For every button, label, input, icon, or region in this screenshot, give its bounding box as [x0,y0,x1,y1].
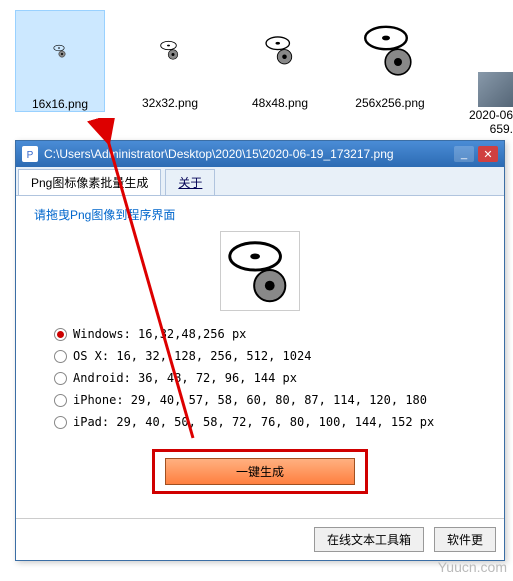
annotation-highlight: 一键生成 [152,449,368,494]
radio-icon[interactable] [54,350,67,363]
option-ipad[interactable]: iPad: 29, 40, 50, 58, 72, 76, 80, 100, 1… [54,415,486,429]
preview-area [34,231,486,311]
drag-hint: 请拖曳Png图像到程序界面 [34,206,486,223]
radio-icon[interactable] [54,372,67,385]
radio-icon[interactable] [54,328,67,341]
file-item-48[interactable]: 48x48.png [235,10,325,112]
file-explorer: 16x16.png 32x32.png 48x48.png 256x256.pn… [0,0,513,122]
file-item-32[interactable]: 32x32.png [125,10,215,112]
option-osx[interactable]: OS X: 16, 32, 128, 256, 512, 1024 [54,349,486,363]
close-button[interactable]: ✕ [478,146,498,162]
option-label: iPad: 29, 40, 50, 58, 72, 76, 80, 100, 1… [73,415,434,429]
file-label: 16x16.png [32,97,88,111]
dialog-window: P C:\Users\Administrator\Desktop\2020\15… [15,140,505,561]
minimize-button[interactable]: _ [454,146,474,162]
radio-icon[interactable] [54,394,67,407]
watermark: Yuucn.com [438,559,507,575]
file-label: 48x48.png [252,96,308,110]
tab-main[interactable]: Png图标像素批量生成 [18,169,161,195]
titlebar-text: C:\Users\Administrator\Desktop\2020\15\2… [44,147,454,161]
svg-text:P: P [27,150,34,161]
app-icon: P [22,146,38,162]
titlebar[interactable]: P C:\Users\Administrator\Desktop\2020\15… [16,141,504,167]
dialog-content: 请拖曳Png图像到程序界面 Windows: 16,32,48,256 px O… [16,196,504,518]
file-label: 256x256.png [355,96,424,110]
radio-icon[interactable] [54,416,67,429]
option-windows[interactable]: Windows: 16,32,48,256 px [54,327,486,341]
file-thumbnail [240,10,320,90]
file-thumbnail [350,10,430,90]
file-thumbnail-photo[interactable] [478,72,513,107]
option-iphone[interactable]: iPhone: 29, 40, 57, 58, 60, 80, 87, 114,… [54,393,486,407]
preview-image [220,231,300,311]
bottom-bar: 在线文本工具箱 软件更 [16,518,504,560]
tab-bar: Png图标像素批量生成 关于 [16,167,504,196]
option-label: Windows: 16,32,48,256 px [73,327,246,341]
toolbox-button[interactable]: 在线文本工具箱 [314,527,424,552]
size-options: Windows: 16,32,48,256 px OS X: 16, 32, 1… [54,327,486,429]
update-button[interactable]: 软件更 [434,527,496,552]
generate-wrap: 一键生成 [34,449,486,494]
file-item-256[interactable]: 256x256.png [345,10,435,112]
generate-button[interactable]: 一键生成 [165,458,355,485]
option-label: iPhone: 29, 40, 57, 58, 60, 80, 87, 114,… [73,393,427,407]
option-label: OS X: 16, 32, 128, 256, 512, 1024 [73,349,311,363]
file-item-16[interactable]: 16x16.png [15,10,105,112]
file-thumbnail [130,10,210,90]
file-label: 2020-06 659. [469,108,513,136]
tab-about[interactable]: 关于 [165,169,215,195]
file-thumbnail [20,11,100,91]
option-label: Android: 36, 48, 72, 96, 144 px [73,371,297,385]
option-android[interactable]: Android: 36, 48, 72, 96, 144 px [54,371,486,385]
file-label: 32x32.png [142,96,198,110]
